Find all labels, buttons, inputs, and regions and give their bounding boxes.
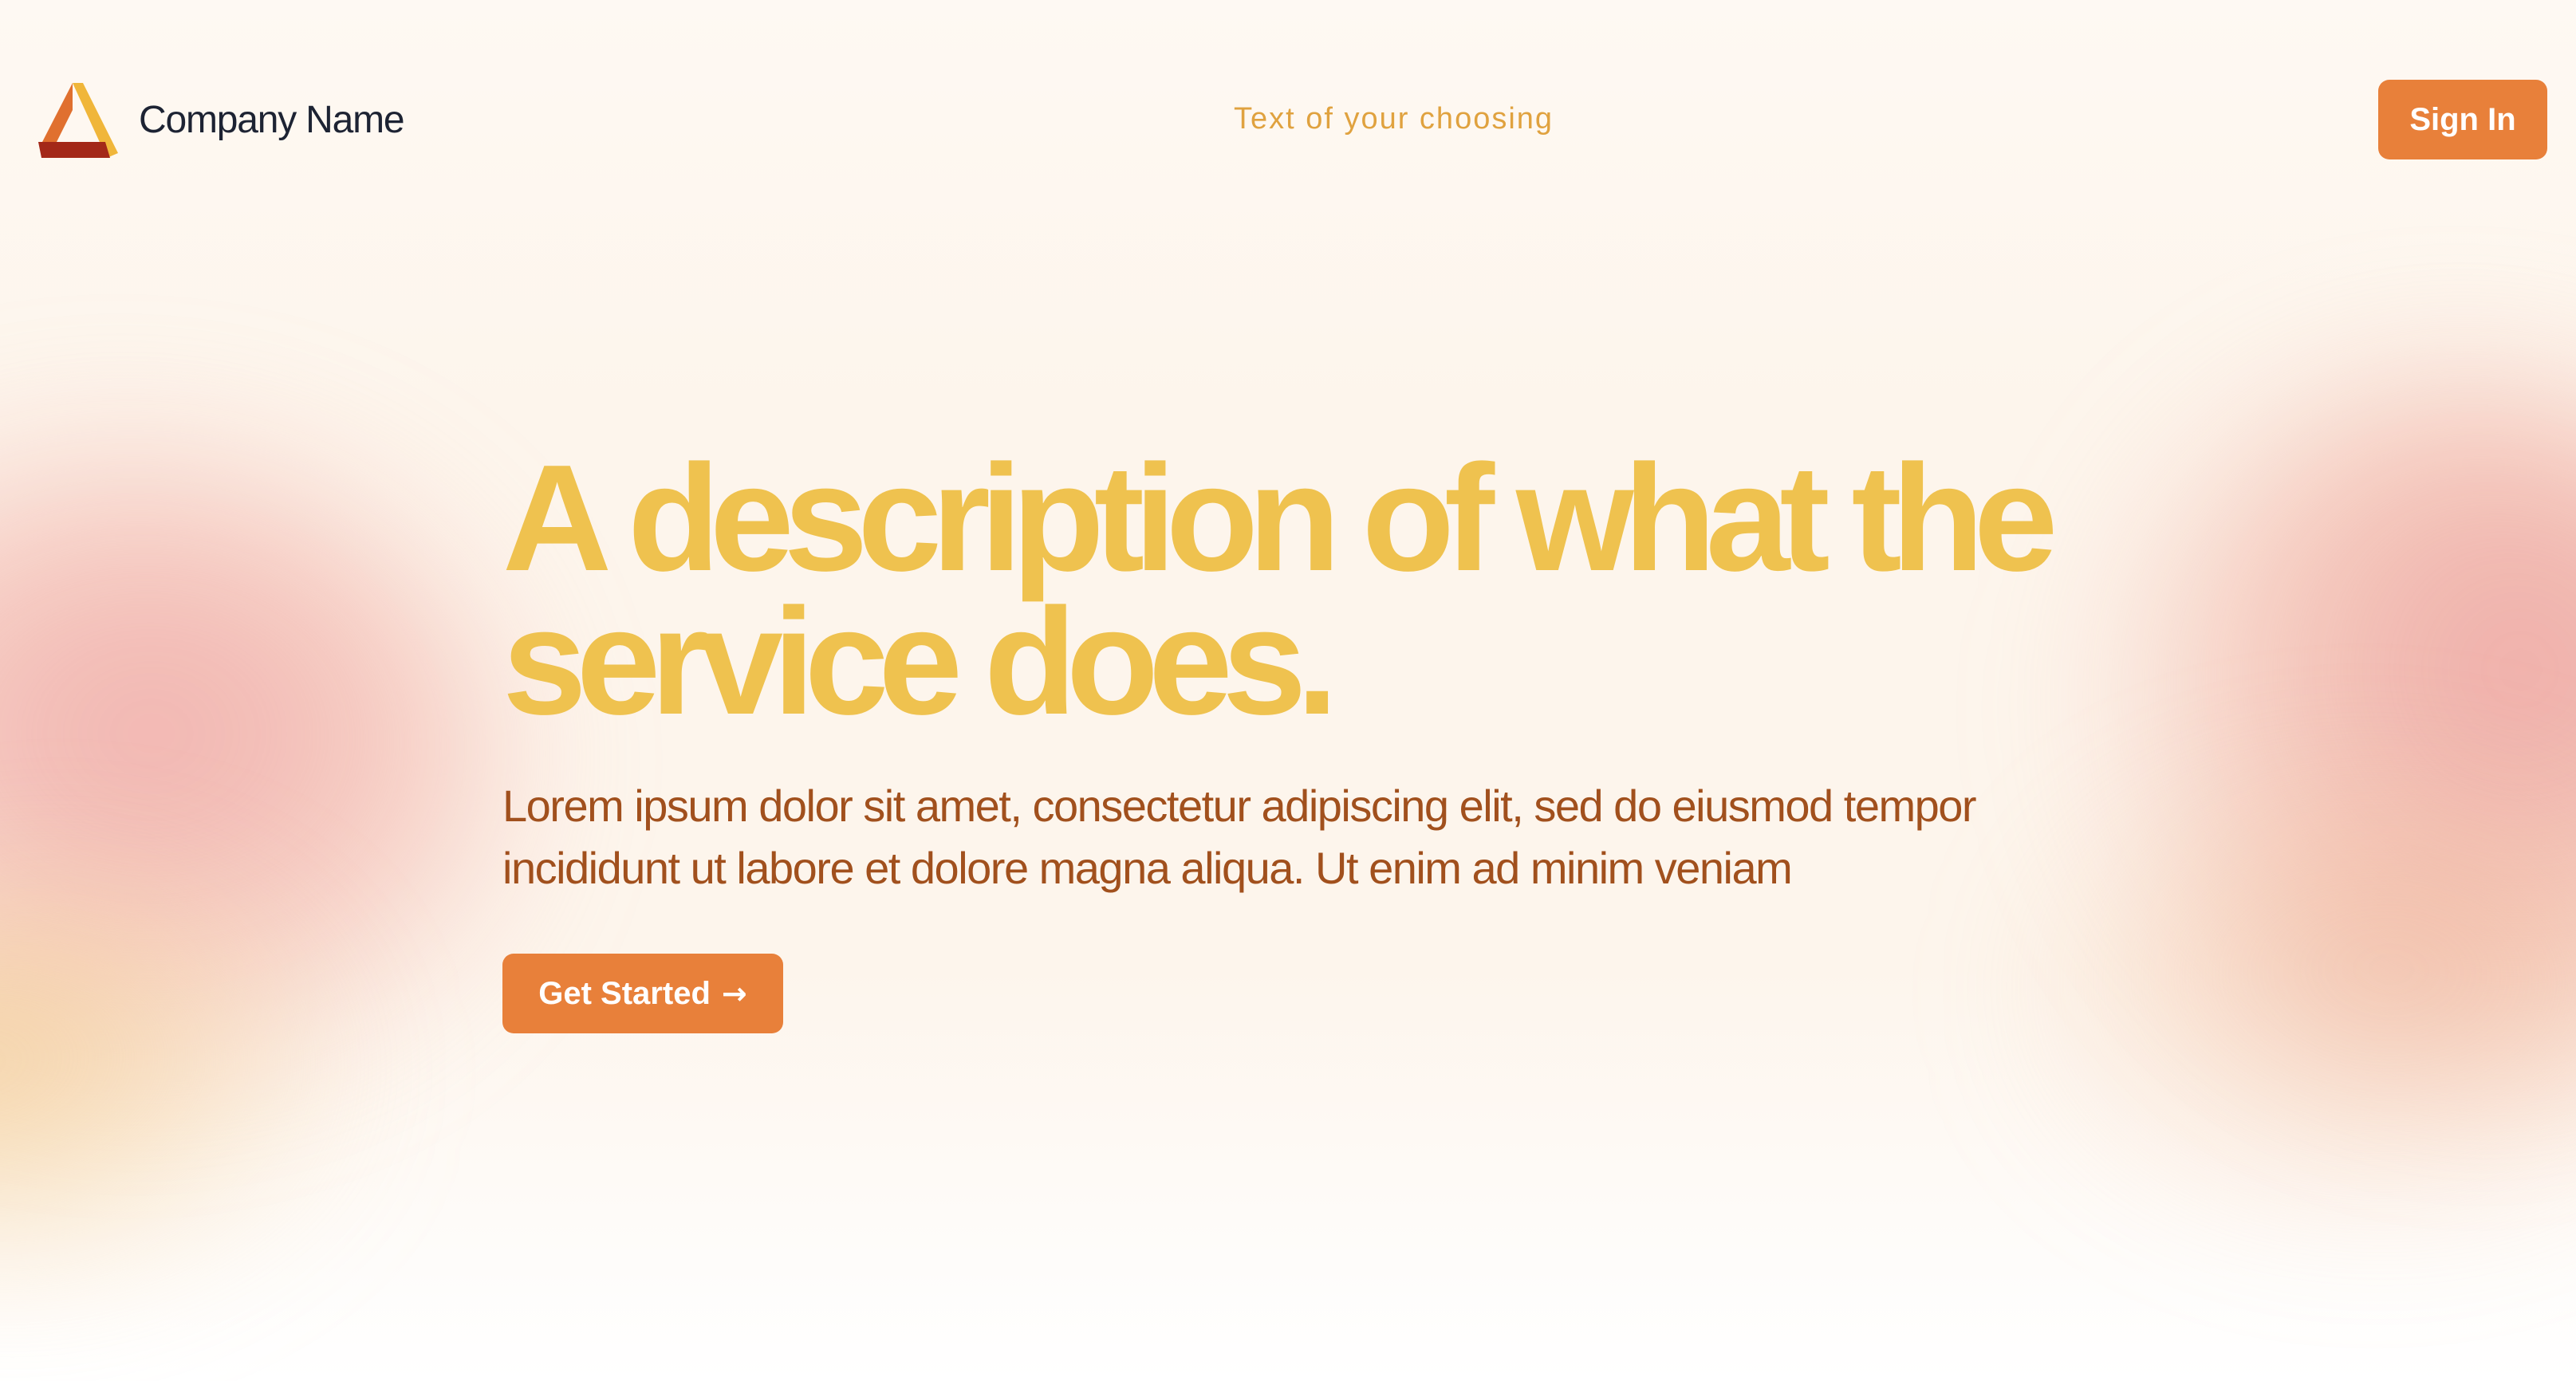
get-started-label: Get Started xyxy=(538,975,711,1011)
hero-section: A description of what the service does. … xyxy=(502,434,2097,1033)
header-tagline: Text of your choosing xyxy=(1233,102,1554,136)
right-glow-decoration xyxy=(2090,383,2576,1100)
site-header: Company Name Text of your choosing Sign … xyxy=(0,0,2576,239)
get-started-button[interactable]: Get Started → xyxy=(502,954,783,1033)
sign-in-button[interactable]: Sign In xyxy=(2378,80,2547,159)
left-glow-decoration xyxy=(0,447,510,1084)
hero-title: A description of what the service does. xyxy=(502,434,2058,746)
arrow-right-icon: → xyxy=(721,976,747,1011)
right-peach-glow-decoration xyxy=(2042,797,2576,1212)
hero-description: Lorem ipsum dolor sit amet, consectetur … xyxy=(502,781,1977,893)
left-gold-glow-decoration xyxy=(0,893,351,1292)
